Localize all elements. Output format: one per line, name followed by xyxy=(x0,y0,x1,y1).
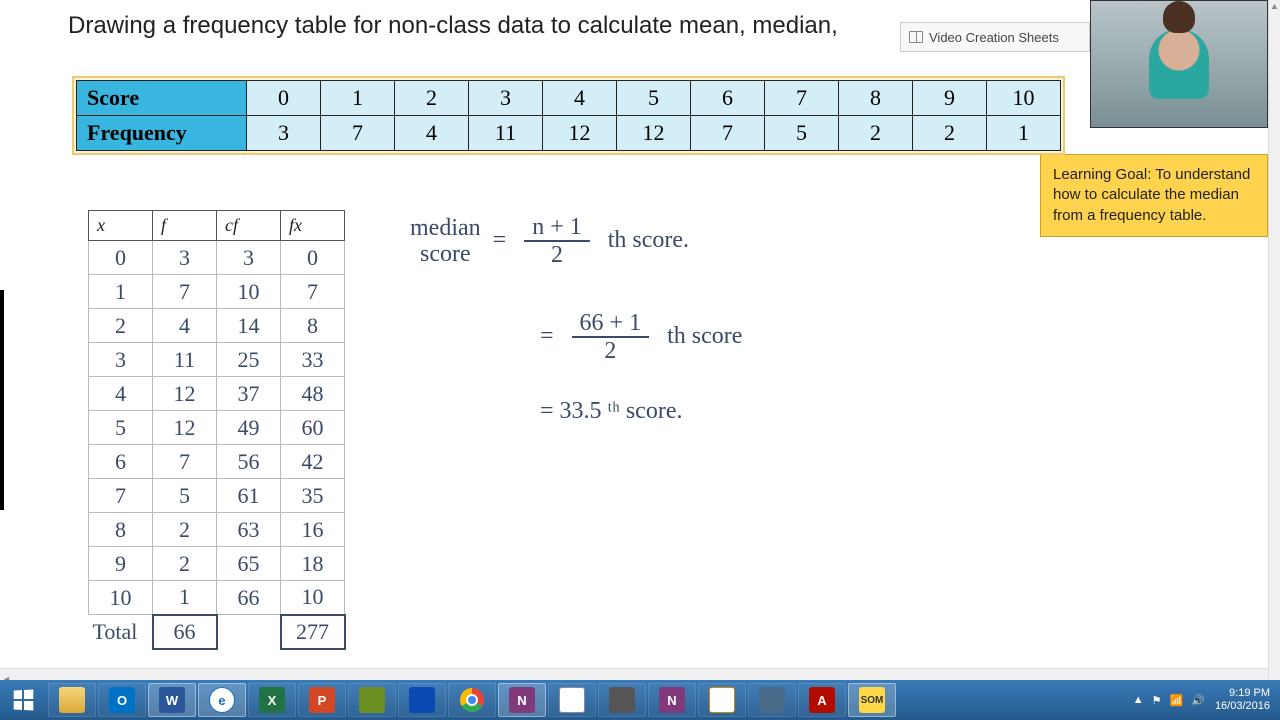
taskbar-app-calculator[interactable] xyxy=(598,683,646,717)
window-tab-label: Video Creation Sheets xyxy=(929,30,1059,45)
taskbar-app-word[interactable]: W xyxy=(148,683,196,717)
onenote-2-icon: N xyxy=(659,687,685,713)
taskbar-app-adobe-reader[interactable]: A xyxy=(798,683,846,717)
tray-up-icon[interactable]: ▲ xyxy=(1133,694,1144,706)
windows-icon xyxy=(14,689,34,710)
app-generic-icon xyxy=(759,687,785,713)
action-center-icon[interactable]: ⚑ xyxy=(1152,694,1162,707)
score-row: Score 0 1 2 3 4 5 6 7 8 9 10 xyxy=(77,81,1061,116)
taskbar-app-som[interactable]: SOM xyxy=(848,683,896,717)
powerpoint-icon: P xyxy=(309,687,335,713)
taskbar-app-file-explorer[interactable] xyxy=(48,683,96,717)
taskbar-app-publisher[interactable] xyxy=(348,683,396,717)
vertical-scrollbar[interactable]: ▲ xyxy=(1268,0,1280,680)
taskbar-app-chrome[interactable] xyxy=(448,683,496,717)
median-result: = 33.5 ᵗʰ score. xyxy=(540,398,682,424)
median-formula: median score = n + 1 2 th score. xyxy=(410,214,689,269)
system-tray[interactable]: ▲ ⚑ 📶 🔊 9:19 PM 16/03/2016 xyxy=(1123,680,1280,720)
book-icon xyxy=(909,31,923,43)
taskbar: OWeXP N N A SOM ▲ ⚑ 📶 🔊 9:19 PM 16/03/2016 xyxy=(0,680,1280,720)
snipping-tool-icon xyxy=(709,687,735,713)
working-frequency-table: x f cf fx 033017107241483112533412374851… xyxy=(88,210,346,650)
taskbar-apps: OWeXP N N A SOM xyxy=(46,680,896,720)
taskbar-app-app-generic[interactable] xyxy=(748,683,796,717)
chrome-icon xyxy=(460,688,484,712)
file-explorer-icon xyxy=(59,687,85,713)
taskbar-app-outlook[interactable]: O xyxy=(98,683,146,717)
frequency-label: Frequency xyxy=(77,116,247,151)
adobe-reader-icon: A xyxy=(809,687,835,713)
taskbar-app-excel[interactable]: X xyxy=(248,683,296,717)
table-row: 1016610 xyxy=(89,581,345,615)
calculator-icon xyxy=(609,687,635,713)
taskbar-app-snipping-tool[interactable] xyxy=(698,683,746,717)
taskbar-app-onedrive[interactable] xyxy=(398,683,446,717)
scroll-up-icon[interactable]: ▲ xyxy=(1269,0,1280,12)
taskbar-app-onenote[interactable]: N xyxy=(498,683,546,717)
table-row: 0330 xyxy=(89,241,345,275)
taskbar-app-powerpoint[interactable]: P xyxy=(298,683,346,717)
word-icon: W xyxy=(159,687,185,713)
left-edge-strip xyxy=(0,290,4,510)
onenote-icon: N xyxy=(509,687,535,713)
table-row: 3112533 xyxy=(89,343,345,377)
volume-icon[interactable]: 🔊 xyxy=(1191,694,1205,707)
table-row: 24148 xyxy=(89,309,345,343)
horizontal-scrollbar[interactable]: ◄ xyxy=(0,668,1268,680)
internet-explorer-icon: e xyxy=(209,687,235,713)
excel-icon: X xyxy=(259,687,285,713)
table-row: 926518 xyxy=(89,547,345,581)
table-row: 4123748 xyxy=(89,377,345,411)
outlook-icon: O xyxy=(109,687,135,713)
som-icon: SOM xyxy=(859,687,885,713)
table-row: 756135 xyxy=(89,479,345,513)
notepad-icon xyxy=(559,687,585,713)
publisher-icon xyxy=(359,687,385,713)
table-row: 675642 xyxy=(89,445,345,479)
table-row: 5124960 xyxy=(89,411,345,445)
network-icon[interactable]: 📶 xyxy=(1170,694,1184,707)
frequency-row: Frequency 3 7 4 11 12 12 7 5 2 2 1 xyxy=(77,116,1061,151)
taskbar-clock[interactable]: 9:19 PM 16/03/2016 xyxy=(1215,687,1270,713)
learning-goal-note: Learning Goal: To understand how to calc… xyxy=(1040,154,1268,237)
document-area: Drawing a frequency table for non-class … xyxy=(0,0,1280,680)
window-tab[interactable]: Video Creation Sheets xyxy=(900,22,1090,52)
onedrive-icon xyxy=(409,687,435,713)
table-row: 17107 xyxy=(89,275,345,309)
taskbar-app-onenote-2[interactable]: N xyxy=(648,683,696,717)
total-row: Total 66 277 xyxy=(89,615,345,649)
score-frequency-table: Score 0 1 2 3 4 5 6 7 8 9 10 Frequency 3… xyxy=(72,76,1065,155)
score-label: Score xyxy=(77,81,247,116)
table-row: 826316 xyxy=(89,513,345,547)
page-title: Drawing a frequency table for non-class … xyxy=(68,12,838,40)
median-substitution: = 66 + 1 2 th score xyxy=(540,310,742,365)
taskbar-app-internet-explorer[interactable]: e xyxy=(198,683,246,717)
taskbar-app-notepad[interactable] xyxy=(548,683,596,717)
start-button[interactable] xyxy=(0,680,46,720)
webcam-overlay xyxy=(1090,0,1268,128)
presenter-silhouette xyxy=(1149,29,1209,99)
